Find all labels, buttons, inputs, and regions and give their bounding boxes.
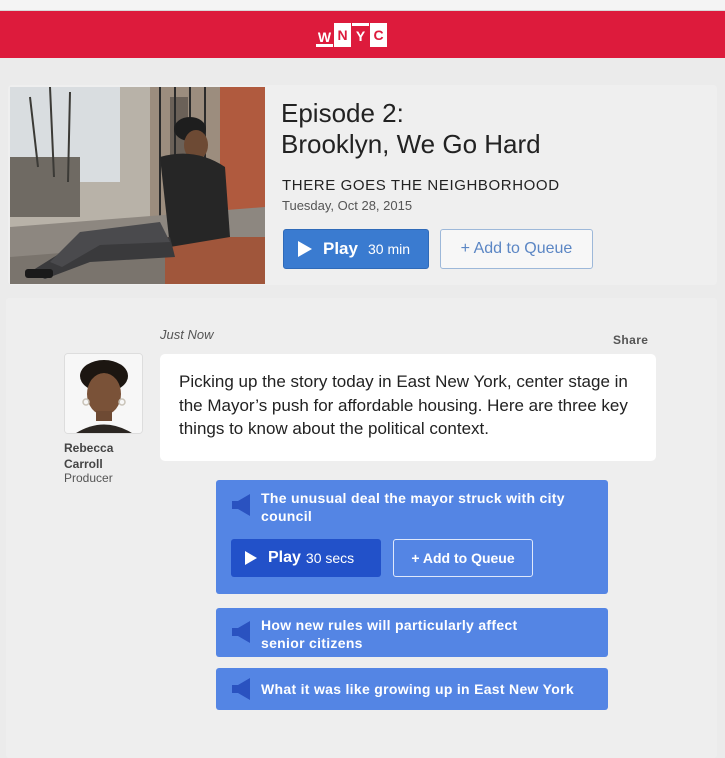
share-button[interactable]: Share: [613, 333, 648, 347]
logo-letter: Y: [352, 23, 369, 47]
clip-title: How new rules will particularly affect s…: [261, 617, 518, 651]
audio-clip-card: The unusual deal the mayor struck with c…: [216, 480, 608, 594]
logo-letter: N: [334, 23, 351, 47]
episode-duration: 30 min: [367, 241, 411, 257]
clip-duration: 30 secs: [305, 550, 355, 566]
site-header: W N Y C: [0, 11, 725, 58]
audio-clip-card[interactable]: How new rules will particularly affect s…: [216, 608, 608, 657]
episode-image: [10, 87, 265, 284]
logo-letter: C: [370, 23, 387, 47]
episode-date: Tuesday, Oct 28, 2015: [282, 198, 413, 213]
author-name: Rebecca Carroll: [64, 441, 114, 471]
show-name[interactable]: THERE GOES THE NEIGHBORHOOD: [282, 177, 560, 194]
post-body: Picking up the story today in East New Y…: [160, 354, 656, 461]
clip-add-to-queue-button[interactable]: + Add to Queue: [393, 539, 533, 577]
play-label: Play: [268, 549, 301, 566]
logo-letter: W: [316, 23, 333, 47]
post-timestamp: Just Now: [160, 327, 214, 342]
author-role: Producer: [64, 471, 113, 485]
speaker-icon: [232, 621, 250, 643]
episode-add-to-queue-button[interactable]: + Add to Queue: [440, 229, 593, 269]
episode-play-button[interactable]: Play 30 min: [283, 229, 429, 269]
play-icon: [245, 551, 257, 565]
play-label: Play: [323, 239, 358, 258]
clip-title: The unusual deal the mayor struck with c…: [261, 490, 565, 524]
episode-number: Episode 2:: [281, 98, 404, 128]
top-strip: [0, 0, 725, 11]
clip-title: What it was like growing up in East New …: [261, 681, 574, 697]
episode-name: Brooklyn, We Go Hard: [281, 129, 541, 159]
wnyc-logo[interactable]: W N Y C: [316, 23, 387, 47]
audio-clip-card[interactable]: What it was like growing up in East New …: [216, 668, 608, 710]
speaker-icon: [232, 678, 250, 700]
speaker-icon: [232, 494, 250, 516]
clip-play-button[interactable]: Play 30 secs: [231, 539, 381, 577]
episode-title: Episode 2: Brooklyn, We Go Hard: [281, 98, 541, 160]
avatar: [64, 353, 143, 434]
play-icon: [298, 241, 312, 257]
